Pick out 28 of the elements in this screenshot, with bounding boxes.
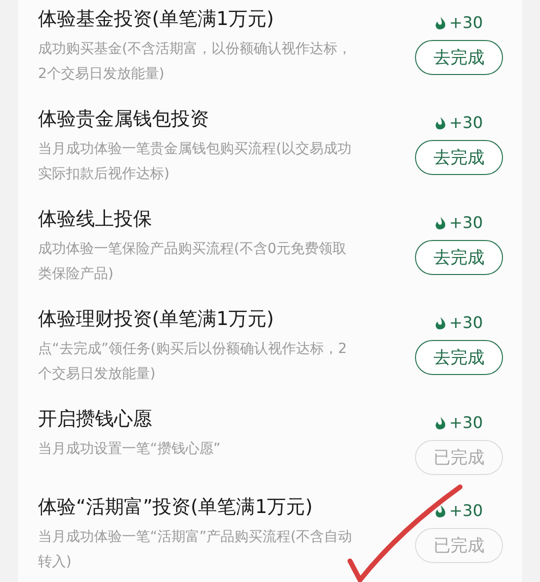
task-description: 当月成功体验一笔“活期富”产品购买流程(不含自动转入) [38,528,353,572]
task-description: 点“去完成”领任务(购买后以份额确认视作达标，2个交易日发放能量) [38,340,348,384]
task-description: 当月成功设置一笔“攒钱心愿” [38,440,222,459]
task-button[interactable]: 去完成 [415,340,503,375]
task-description: 当月成功体验一笔贵金属钱包购买流程(以交易成功实际扣款后视作达标) [38,140,352,184]
energy-icon [435,416,446,430]
task-title: 体验理财投资(单笔满1万元) [38,307,275,332]
task-description: 成功体验一笔保险产品购买流程(不含0元免费领取类保险产品) [38,240,348,284]
energy-icon [435,216,446,230]
task-title: 体验贵金属钱包投资 [38,107,210,132]
task-button[interactable]: 去完成 [415,140,503,175]
reward-points: +30 [449,113,483,133]
energy-icon [435,316,446,330]
task-title: 体验基金投资(单笔满1万元) [38,7,275,32]
task-title: 开启攒钱心愿 [38,407,153,432]
task-title: 体验线上投保 [38,207,153,232]
task-button[interactable]: 去完成 [415,40,503,75]
task-description: 成功购买基金(不含活期富，以份额确认视作达标，2个交易日发放能量) [38,40,352,84]
task-button[interactable]: 去完成 [415,240,503,275]
reward-points: +30 [449,213,483,233]
reward-points: +30 [449,501,483,521]
reward-points: +30 [449,413,483,433]
reward-points: +30 [449,13,483,33]
task-title: 体验“活期富”投资(单笔满1万元) [38,495,314,520]
energy-icon [435,16,446,30]
energy-icon [435,504,446,518]
energy-icon [435,116,446,130]
reward-points: +30 [449,313,483,333]
